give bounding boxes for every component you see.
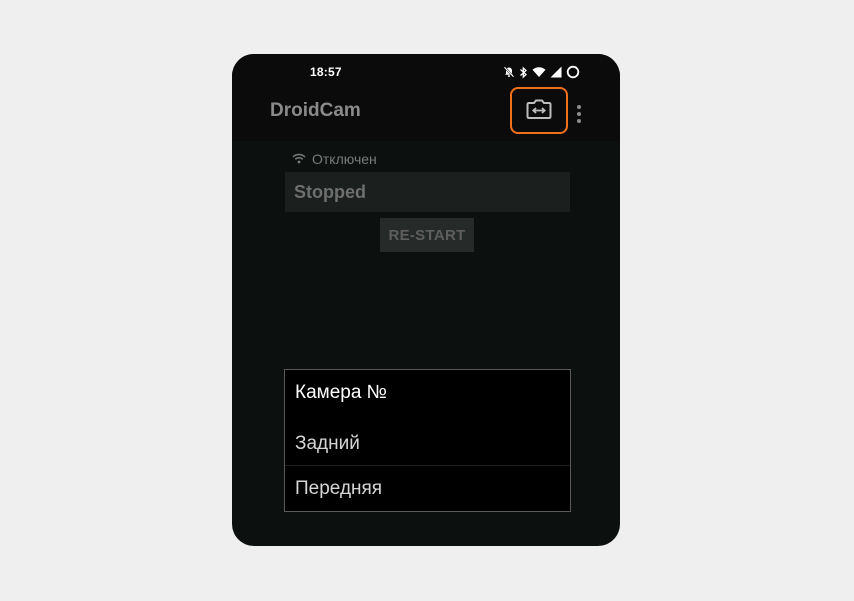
switch-camera-icon bbox=[525, 97, 553, 125]
app-bar: DroidCam bbox=[232, 87, 620, 141]
bell-off-icon bbox=[503, 66, 515, 78]
bluetooth-icon bbox=[519, 66, 528, 79]
dialog-title: Камера № bbox=[295, 382, 388, 403]
wifi-icon bbox=[532, 66, 546, 78]
status-bar: 18:57 bbox=[232, 54, 620, 90]
status-icons bbox=[503, 64, 580, 80]
camera-select-dialog: Камера № Задний Передняя bbox=[284, 369, 571, 512]
state-display: Stopped bbox=[285, 172, 570, 212]
battery-ring-icon bbox=[566, 65, 580, 79]
status-time: 18:57 bbox=[310, 65, 342, 79]
connection-status-label: Отключен bbox=[312, 151, 377, 167]
wifi-icon bbox=[292, 151, 306, 167]
signal-icon bbox=[550, 66, 562, 78]
connection-status: Отключен bbox=[292, 150, 377, 168]
camera-option-back[interactable]: Задний bbox=[285, 422, 570, 466]
switch-camera-button[interactable] bbox=[510, 87, 568, 134]
more-vert-icon[interactable] bbox=[573, 102, 585, 126]
phone-screen: 18:57 DroidCam Отключен Stopped RE-START… bbox=[232, 54, 620, 546]
app-title: DroidCam bbox=[270, 100, 361, 121]
camera-option-front[interactable]: Передняя bbox=[285, 467, 570, 511]
restart-button[interactable]: RE-START bbox=[380, 218, 474, 252]
